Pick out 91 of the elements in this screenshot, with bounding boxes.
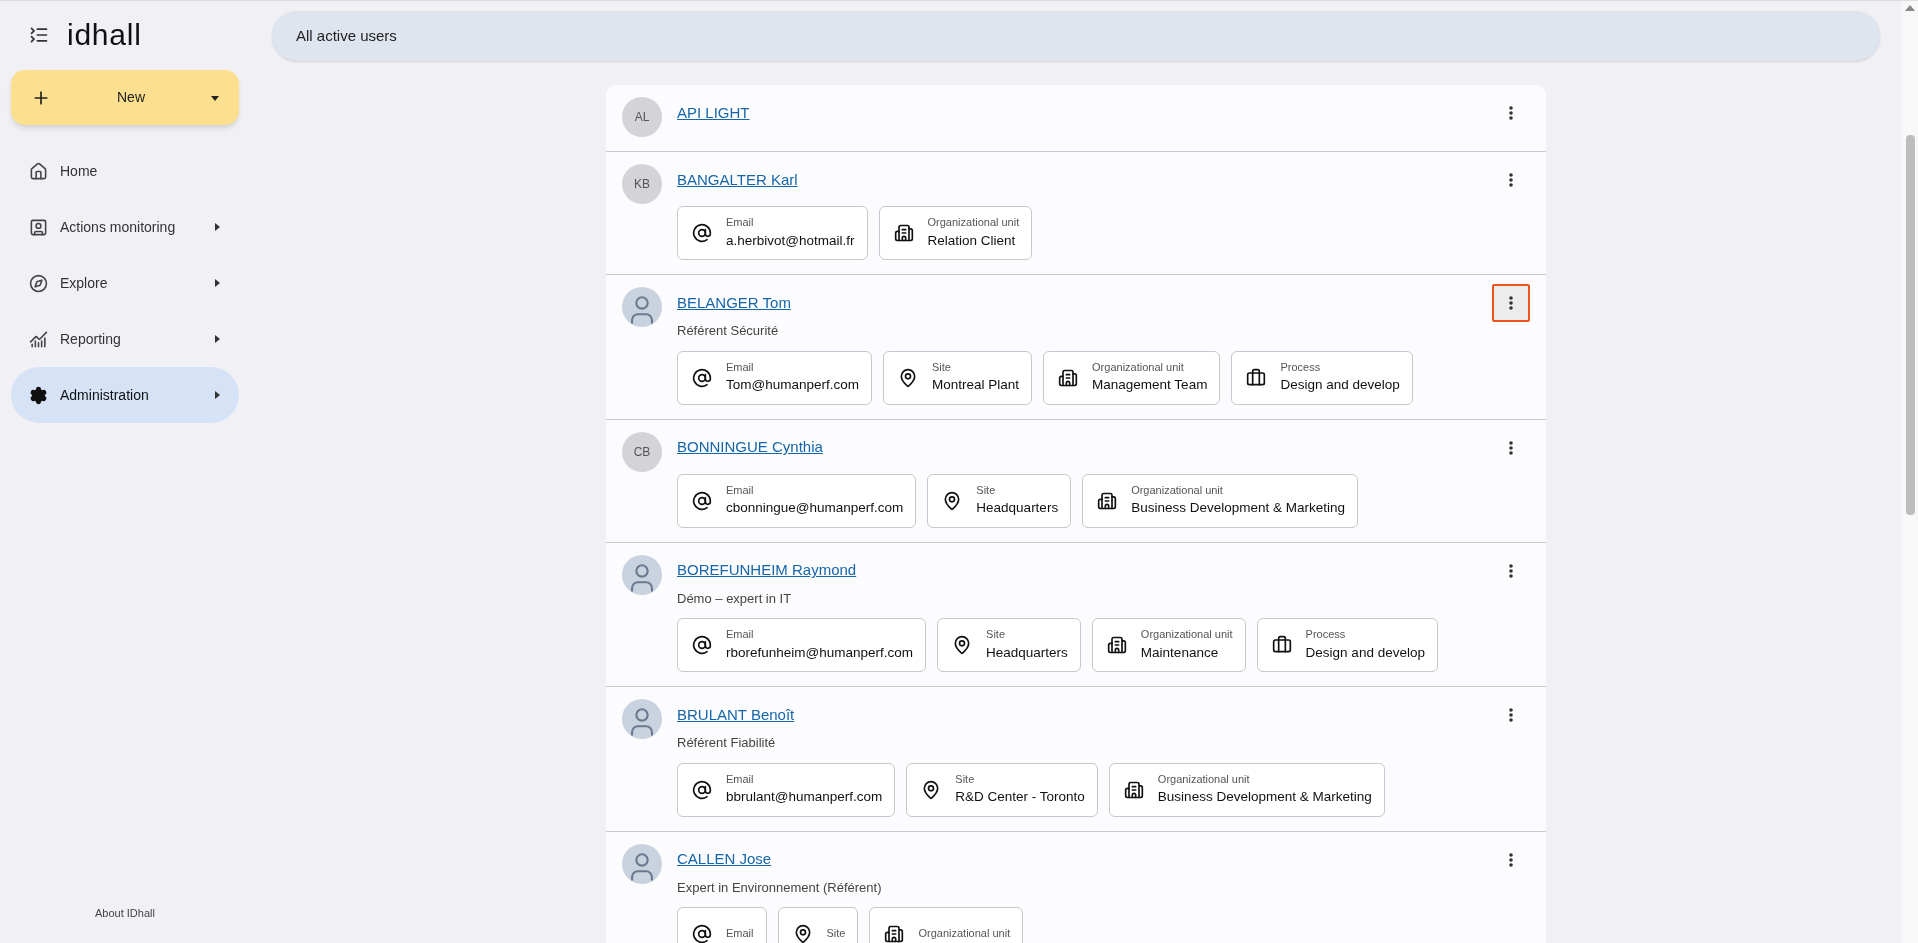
- chart-icon: [29, 329, 48, 349]
- scrollbar[interactable]: [1902, 1, 1918, 943]
- user-name-link[interactable]: API LIGHT: [677, 101, 750, 125]
- chip-label: Process: [1280, 360, 1322, 375]
- building-icon: [1058, 367, 1079, 388]
- user-name-link[interactable]: BOREFUNHEIM Raymond: [677, 559, 857, 582]
- at-sign-icon: [692, 635, 712, 655]
- chip-value: Management Team: [1092, 377, 1208, 395]
- chip-label: Organizational unit: [918, 927, 1011, 941]
- id-badge-icon: [29, 217, 48, 237]
- nav-item[interactable]: Explore: [11, 255, 239, 311]
- user-name-link[interactable]: CALLEN Jose: [677, 848, 772, 871]
- chip-label: Email: [726, 360, 755, 375]
- chip-label: Site: [986, 628, 1006, 642]
- compass-icon: [29, 273, 48, 293]
- avatar: AL: [622, 97, 662, 137]
- building-icon: [884, 924, 905, 943]
- chip-value: Business Development & Marketing: [1157, 789, 1372, 807]
- building-icon: [1106, 635, 1127, 655]
- scrollbar-thumb[interactable]: [1905, 135, 1915, 515]
- map-pin-icon: [898, 367, 918, 388]
- chip-value: Business Development & Marketing: [1131, 500, 1345, 518]
- chip-label: Site: [955, 772, 976, 787]
- chip-value: Design and develop: [1280, 377, 1400, 395]
- chip-label: Site: [932, 360, 952, 375]
- more-icon: [1509, 440, 1513, 455]
- chip-label: Email: [726, 628, 755, 642]
- chip-value: a.herbivot@hotmail.fr: [726, 232, 855, 250]
- chip-label: Email: [726, 216, 755, 230]
- chip-label: Organizational unit: [1157, 772, 1251, 787]
- chip-label: Organizational unit: [1140, 628, 1233, 642]
- home-icon: [29, 161, 48, 181]
- chip-label: Site: [826, 927, 846, 941]
- more-icon: [1509, 173, 1513, 187]
- building-icon: [893, 223, 914, 243]
- more-icon: [1509, 106, 1513, 120]
- briefcase-icon: [1271, 635, 1292, 655]
- chip-value: Maintenance: [1140, 644, 1220, 662]
- nav-item[interactable]: Reporting: [11, 311, 239, 367]
- logo: idhall: [67, 20, 142, 50]
- at-sign-icon: [692, 223, 712, 243]
- chip-value: Design and develop: [1305, 644, 1425, 662]
- chip-value: rborefunheim@humanperf.com: [726, 644, 914, 662]
- nav-item[interactable]: Administration: [11, 367, 239, 423]
- avatar: KB: [622, 164, 662, 204]
- chip-value: Relation Client: [927, 232, 1017, 250]
- menu-icon[interactable]: [29, 25, 49, 45]
- chip-label: Email: [726, 483, 755, 498]
- user-role: Expert in Environnement (Référent): [677, 878, 883, 897]
- gear-icon: [29, 385, 48, 405]
- more-icon: [1509, 563, 1513, 578]
- user-name-link[interactable]: BONNINGUE Cynthia: [677, 436, 823, 459]
- chip-label: Organizational unit: [1092, 360, 1185, 375]
- chip-value: R&D Center - Toronto: [955, 789, 1085, 807]
- more-options-button[interactable]: [1492, 284, 1530, 322]
- more-icon: [1509, 708, 1513, 722]
- chip-value: Montreal Plant: [932, 377, 1020, 395]
- briefcase-icon: [1246, 367, 1267, 388]
- building-icon: [1097, 490, 1118, 511]
- user-role: Démo – expert in IT: [677, 589, 793, 608]
- nav-item[interactable]: Actions monitoring: [11, 199, 239, 255]
- at-sign-icon: [692, 924, 712, 943]
- chip-value: cbonningue@humanperf.com: [726, 500, 904, 518]
- page-title: All active users: [296, 25, 397, 46]
- nav-item[interactable]: Home: [11, 143, 239, 199]
- chip-label: Process: [1305, 628, 1347, 642]
- at-sign-icon: [692, 367, 712, 388]
- chip-value: Tom@humanperf.com: [726, 377, 859, 395]
- chip-label: Site: [976, 483, 997, 498]
- building-icon: [1123, 779, 1144, 800]
- chip-value: Headquarters: [976, 500, 1059, 518]
- chip-value: bbrulant@humanperf.com: [726, 789, 883, 807]
- chip-label: Email: [726, 772, 755, 787]
- more-icon: [1509, 852, 1513, 867]
- chip-label: Email: [726, 927, 754, 941]
- avatar: CB: [622, 431, 662, 472]
- at-sign-icon: [692, 779, 712, 800]
- at-sign-icon: [692, 490, 712, 511]
- chip-value: Headquarters: [986, 644, 1068, 662]
- user-name-link[interactable]: BANGALTER Karl: [677, 168, 798, 192]
- user-role: Référent Sécurité: [677, 322, 780, 340]
- user-name-link[interactable]: BELANGER Tom: [677, 291, 791, 315]
- user-role: Référent Fiabilité: [677, 734, 777, 752]
- about-link[interactable]: About IDhall: [11, 904, 239, 921]
- caret-icon: [211, 93, 219, 102]
- new-button[interactable]: New: [11, 70, 239, 125]
- scroll-up-arrow-icon[interactable]: [1905, 5, 1915, 11]
- user-name-link[interactable]: BRULANT Benoît: [677, 703, 795, 727]
- more-icon: [1509, 296, 1513, 310]
- chip-label: Organizational unit: [927, 216, 1020, 230]
- chip-label: Organizational unit: [1131, 483, 1224, 498]
